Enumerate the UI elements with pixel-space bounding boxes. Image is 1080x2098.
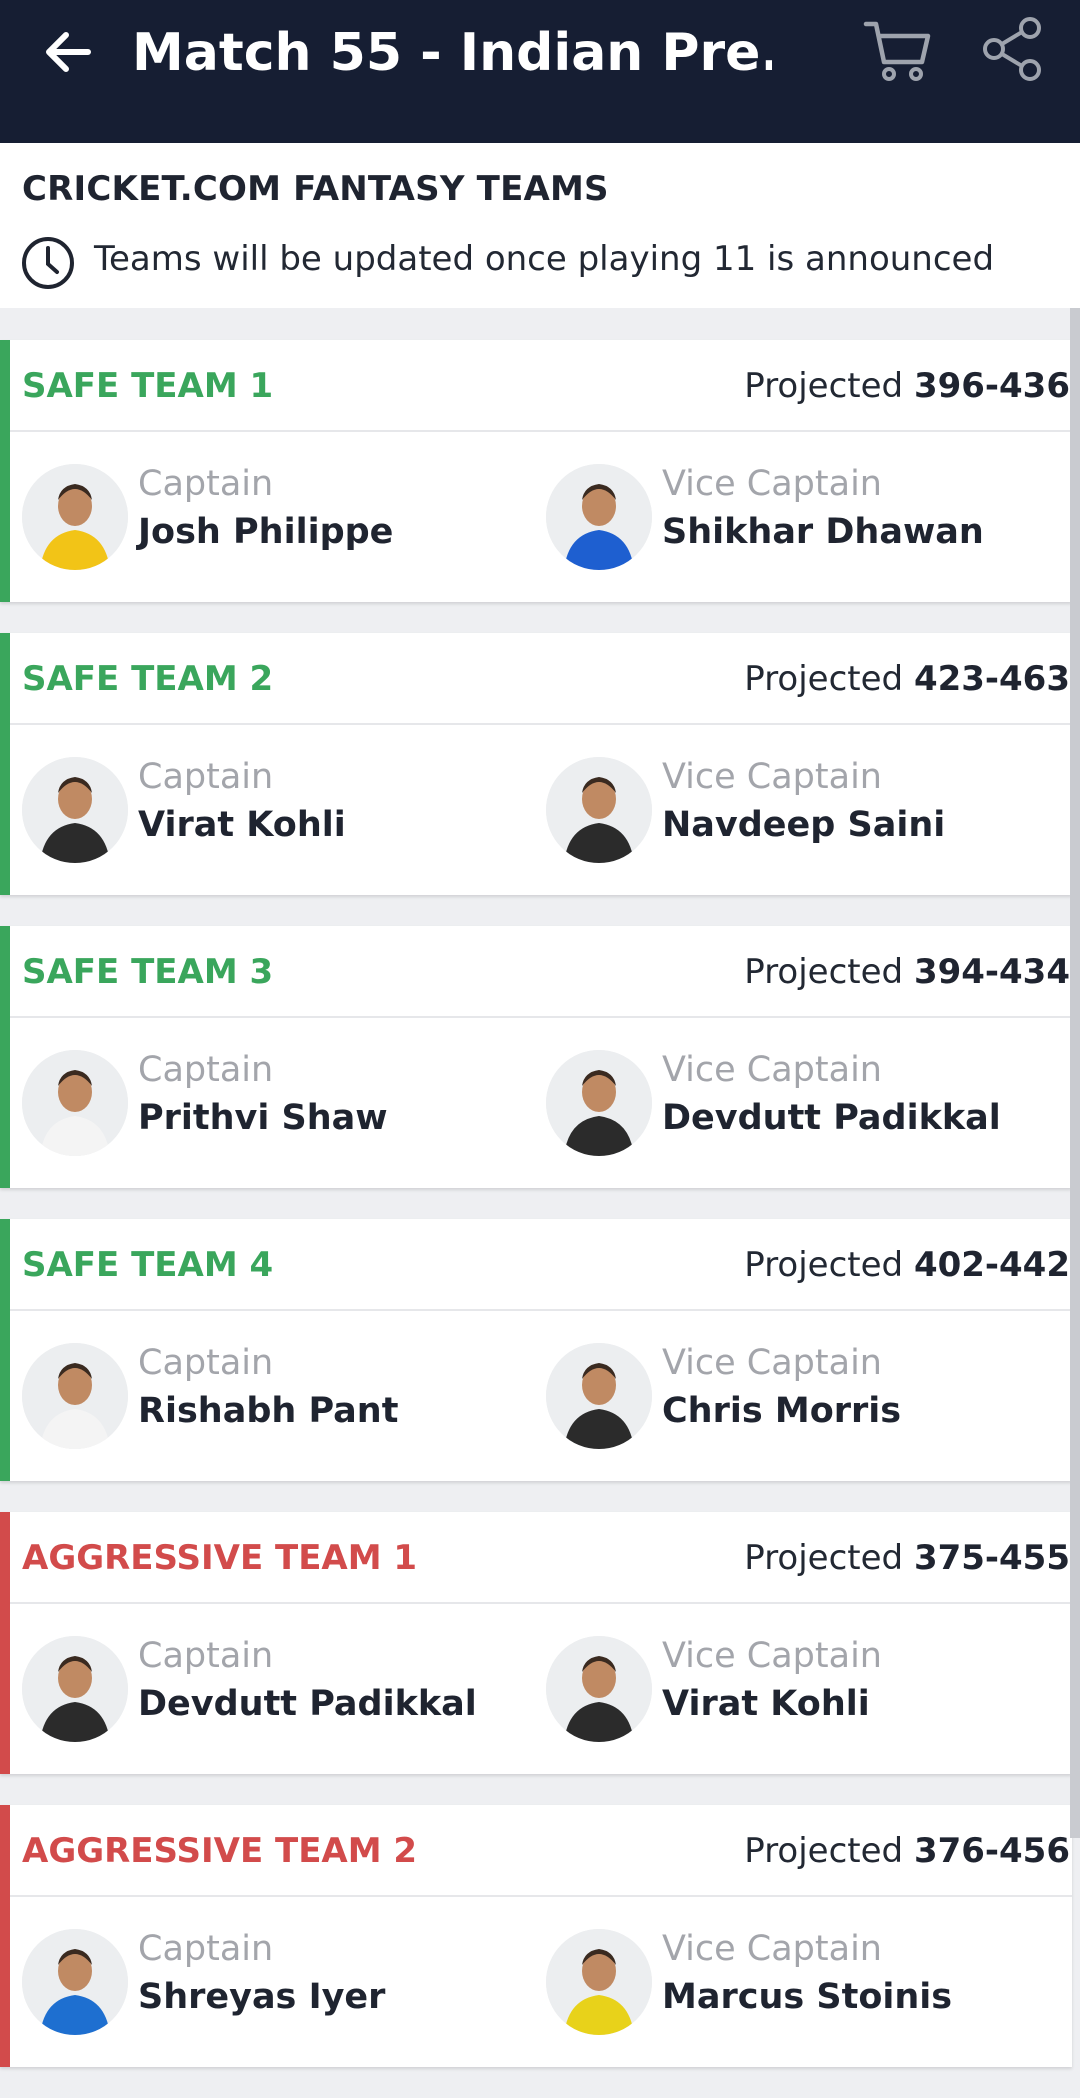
scrollbar[interactable] bbox=[1070, 308, 1080, 1838]
vice-captain-name: Shikhar Dhawan bbox=[662, 512, 984, 552]
projected-score: Projected 394-434 bbox=[744, 952, 1070, 992]
divider bbox=[10, 1895, 1072, 1897]
player-avatar bbox=[22, 1343, 128, 1449]
section-heading: CRICKET.COM FANTASY TEAMS bbox=[22, 169, 609, 209]
update-note: Teams will be updated once playing 11 is… bbox=[94, 239, 995, 279]
projected-range: 375-455 bbox=[913, 1538, 1070, 1578]
vice-captain-name: Navdeep Saini bbox=[662, 805, 946, 845]
team-name: AGGRESSIVE TEAM 2 bbox=[22, 1831, 418, 1871]
divider bbox=[10, 1602, 1072, 1604]
fantasy-teams-header: CRICKET.COM FANTASY TEAMS Teams will be … bbox=[0, 143, 1080, 308]
team-type-strip bbox=[0, 926, 10, 1188]
captain-label: Captain bbox=[138, 1343, 274, 1383]
team-name: SAFE TEAM 4 bbox=[22, 1245, 274, 1285]
divider bbox=[10, 723, 1072, 725]
player-avatar bbox=[22, 1929, 128, 2035]
back-arrow-icon[interactable] bbox=[38, 22, 98, 82]
cart-icon[interactable] bbox=[862, 16, 934, 86]
captain-name: Shreyas Iyer bbox=[138, 1977, 386, 2017]
captain-name: Prithvi Shaw bbox=[138, 1098, 388, 1138]
team-type-strip bbox=[0, 340, 10, 602]
captain-label: Captain bbox=[138, 757, 274, 797]
team-type-strip bbox=[0, 1512, 10, 1774]
vice-captain-label: Vice Captain bbox=[662, 1050, 882, 1090]
captain-name: Josh Philippe bbox=[138, 512, 394, 552]
team-name: SAFE TEAM 2 bbox=[22, 659, 274, 699]
projected-label: Projected bbox=[744, 1831, 904, 1871]
captain-label: Captain bbox=[138, 464, 274, 504]
divider bbox=[10, 430, 1072, 432]
divider bbox=[10, 1016, 1072, 1018]
team-type-strip bbox=[0, 1805, 10, 2067]
team-name: SAFE TEAM 3 bbox=[22, 952, 274, 992]
captain-label: Captain bbox=[138, 1636, 274, 1676]
player-avatar bbox=[546, 1050, 652, 1156]
captain-name: Devdutt Padikkal bbox=[138, 1684, 477, 1724]
vice-captain-name: Marcus Stoinis bbox=[662, 1977, 953, 2017]
player-avatar bbox=[546, 1929, 652, 2035]
team-name: AGGRESSIVE TEAM 1 bbox=[22, 1538, 418, 1578]
projected-range: 394-434 bbox=[913, 952, 1070, 992]
vice-captain-label: Vice Captain bbox=[662, 1343, 882, 1383]
vice-captain-label: Vice Captain bbox=[662, 464, 882, 504]
vice-captain-name: Devdutt Padikkal bbox=[662, 1098, 1001, 1138]
player-avatar bbox=[22, 1050, 128, 1156]
team-type-strip bbox=[0, 1219, 10, 1481]
team-card[interactable]: AGGRESSIVE TEAM 1 Projected 375-455 Capt… bbox=[0, 1512, 1072, 1774]
vice-captain-name: Chris Morris bbox=[662, 1391, 902, 1431]
projected-score: Projected 396-436 bbox=[744, 366, 1070, 406]
player-avatar bbox=[546, 757, 652, 863]
captain-label: Captain bbox=[138, 1050, 274, 1090]
share-icon[interactable] bbox=[980, 16, 1046, 82]
player-avatar bbox=[546, 1636, 652, 1742]
projected-range: 423-463 bbox=[913, 659, 1070, 699]
player-avatar bbox=[22, 1636, 128, 1742]
team-card[interactable]: SAFE TEAM 2 Projected 423-463 Captain Vi… bbox=[0, 633, 1072, 895]
player-avatar bbox=[22, 464, 128, 570]
captain-label: Captain bbox=[138, 1929, 274, 1969]
player-avatar bbox=[546, 1343, 652, 1449]
projected-range: 402-442 bbox=[913, 1245, 1070, 1285]
projected-label: Projected bbox=[744, 366, 904, 406]
player-avatar bbox=[22, 757, 128, 863]
projected-range: 376-456 bbox=[913, 1831, 1070, 1871]
team-name: SAFE TEAM 1 bbox=[22, 366, 274, 406]
vice-captain-label: Vice Captain bbox=[662, 1636, 882, 1676]
vice-captain-label: Vice Captain bbox=[662, 757, 882, 797]
projected-label: Projected bbox=[744, 952, 904, 992]
projected-label: Projected bbox=[744, 659, 904, 699]
team-list: SAFE TEAM 1 Projected 396-436 Captain Jo… bbox=[0, 340, 1080, 2098]
projected-label: Projected bbox=[744, 1538, 904, 1578]
divider bbox=[10, 1309, 1072, 1311]
captain-name: Virat Kohli bbox=[138, 805, 346, 845]
projected-score: Projected 402-442 bbox=[744, 1245, 1070, 1285]
app-bar: Match 55 - Indian Pre... bbox=[0, 0, 1080, 143]
team-card[interactable]: AGGRESSIVE TEAM 2 Projected 376-456 Capt… bbox=[0, 1805, 1072, 2067]
team-type-strip bbox=[0, 633, 10, 895]
captain-name: Rishabh Pant bbox=[138, 1391, 399, 1431]
player-avatar bbox=[546, 464, 652, 570]
projected-score: Projected 375-455 bbox=[744, 1538, 1070, 1578]
vice-captain-label: Vice Captain bbox=[662, 1929, 882, 1969]
page-title: Match 55 - Indian Pre... bbox=[132, 23, 772, 83]
projected-label: Projected bbox=[744, 1245, 904, 1285]
team-card[interactable]: SAFE TEAM 3 Projected 394-434 Captain Pr… bbox=[0, 926, 1072, 1188]
team-card[interactable]: SAFE TEAM 4 Projected 402-442 Captain Ri… bbox=[0, 1219, 1072, 1481]
projected-score: Projected 376-456 bbox=[744, 1831, 1070, 1871]
team-card[interactable]: SAFE TEAM 1 Projected 396-436 Captain Jo… bbox=[0, 340, 1072, 602]
projected-range: 396-436 bbox=[913, 366, 1070, 406]
clock-icon bbox=[22, 237, 74, 289]
projected-score: Projected 423-463 bbox=[744, 659, 1070, 699]
vice-captain-name: Virat Kohli bbox=[662, 1684, 870, 1724]
